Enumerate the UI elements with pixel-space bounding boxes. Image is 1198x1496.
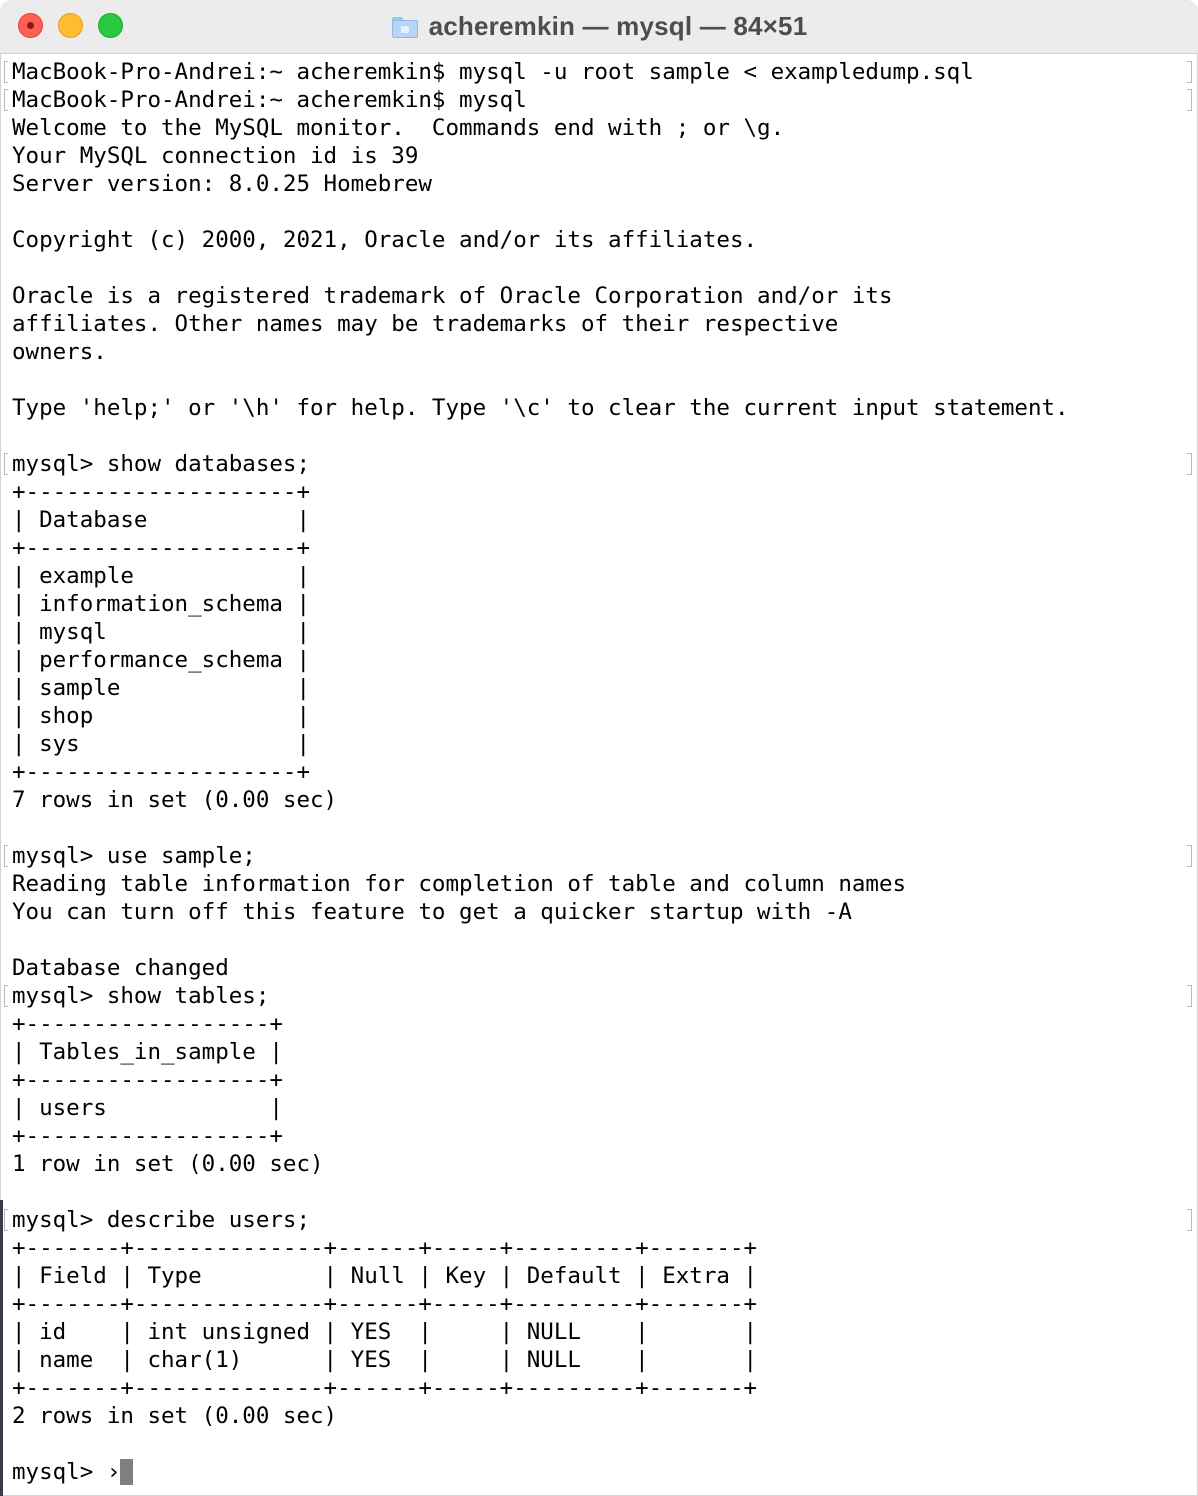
- window-edge: [0, 1200, 3, 1496]
- output-line: | information_schema |: [12, 591, 311, 617]
- home-folder-icon: [391, 15, 419, 39]
- output-line: +------------------+: [12, 1123, 283, 1149]
- terminal-output[interactable]: MacBook-Pro-Andrei:~ acheremkin$ mysql -…: [4, 58, 1069, 1486]
- output-line: Your MySQL connection id is 39: [12, 143, 419, 169]
- prompt-line[interactable]: mysql> ›: [12, 1458, 1069, 1486]
- output-line: +------------------+: [12, 1011, 283, 1037]
- output-line: +--------------------+: [12, 535, 311, 561]
- window-title-group: acheremkin — mysql — 84×51: [0, 0, 1198, 53]
- output-line: Database changed: [12, 955, 229, 981]
- output-line: +------------------+: [12, 1067, 283, 1093]
- prompt-text: mysql> ›: [12, 1459, 121, 1485]
- window-title: acheremkin — mysql — 84×51: [428, 11, 808, 41]
- output-line: Oracle is a registered trademark of Orac…: [12, 283, 893, 309]
- output-line: | Tables_in_sample |: [12, 1039, 283, 1065]
- output-line: Type 'help;' or '\h' for help. Type '\c'…: [12, 395, 1069, 421]
- command-line: mysql> show databases;: [4, 450, 1069, 478]
- output-line: Welcome to the MySQL monitor. Commands e…: [12, 115, 785, 141]
- output-line: +-------+--------------+------+-----+---…: [12, 1375, 758, 1401]
- output-line: | example |: [12, 563, 311, 589]
- output-line: +-------+--------------+------+-----+---…: [12, 1235, 758, 1261]
- output-line: | Database |: [12, 507, 311, 533]
- output-line: +--------------------+: [12, 479, 311, 505]
- command-mark: [1187, 985, 1192, 1007]
- command-line: mysql> describe users;: [4, 1206, 1069, 1234]
- title-bar[interactable]: acheremkin — mysql — 84×51: [0, 0, 1198, 54]
- output-line: | sys |: [12, 731, 311, 757]
- output-line: | id | int unsigned | YES | | NULL | |: [12, 1319, 758, 1345]
- command-mark: [1187, 1209, 1192, 1231]
- text-cursor: [120, 1459, 134, 1485]
- output-line: | name | char(1) | YES | | NULL | |: [12, 1347, 758, 1373]
- command-mark: [1187, 845, 1192, 867]
- output-line: 7 rows in set (0.00 sec): [12, 787, 338, 813]
- command-line: mysql> use sample;: [4, 842, 1069, 870]
- output-line: You can turn off this feature to get a q…: [12, 899, 852, 925]
- output-line: | performance_schema |: [12, 647, 311, 673]
- command-mark: [1187, 61, 1192, 83]
- output-line: | sample |: [12, 675, 311, 701]
- command-line: MacBook-Pro-Andrei:~ acheremkin$ mysql: [4, 86, 1069, 114]
- command-line: mysql> show tables;: [4, 982, 1069, 1010]
- output-line: | Field | Type | Null | Key | Default | …: [12, 1263, 758, 1289]
- output-line: Reading table information for completion…: [12, 871, 907, 897]
- output-line: Copyright (c) 2000, 2021, Oracle and/or …: [12, 227, 758, 253]
- output-line: 2 rows in set (0.00 sec): [12, 1403, 338, 1429]
- output-line: Server version: 8.0.25 Homebrew: [12, 171, 432, 197]
- output-line: | users |: [12, 1095, 283, 1121]
- output-line: | mysql |: [12, 619, 311, 645]
- terminal-window: acheremkin — mysql — 84×51 MacBook-Pro-A…: [0, 0, 1198, 1496]
- output-line: 1 row in set (0.00 sec): [12, 1151, 324, 1177]
- command-mark: [1187, 89, 1192, 111]
- output-line: +-------+--------------+------+-----+---…: [12, 1291, 758, 1317]
- output-line: owners.: [12, 339, 107, 365]
- command-line: MacBook-Pro-Andrei:~ acheremkin$ mysql -…: [4, 58, 1069, 86]
- command-mark: [1187, 453, 1192, 475]
- output-line: affiliates. Other names may be trademark…: [12, 311, 839, 337]
- output-line: +--------------------+: [12, 759, 311, 785]
- output-line: | shop |: [12, 703, 311, 729]
